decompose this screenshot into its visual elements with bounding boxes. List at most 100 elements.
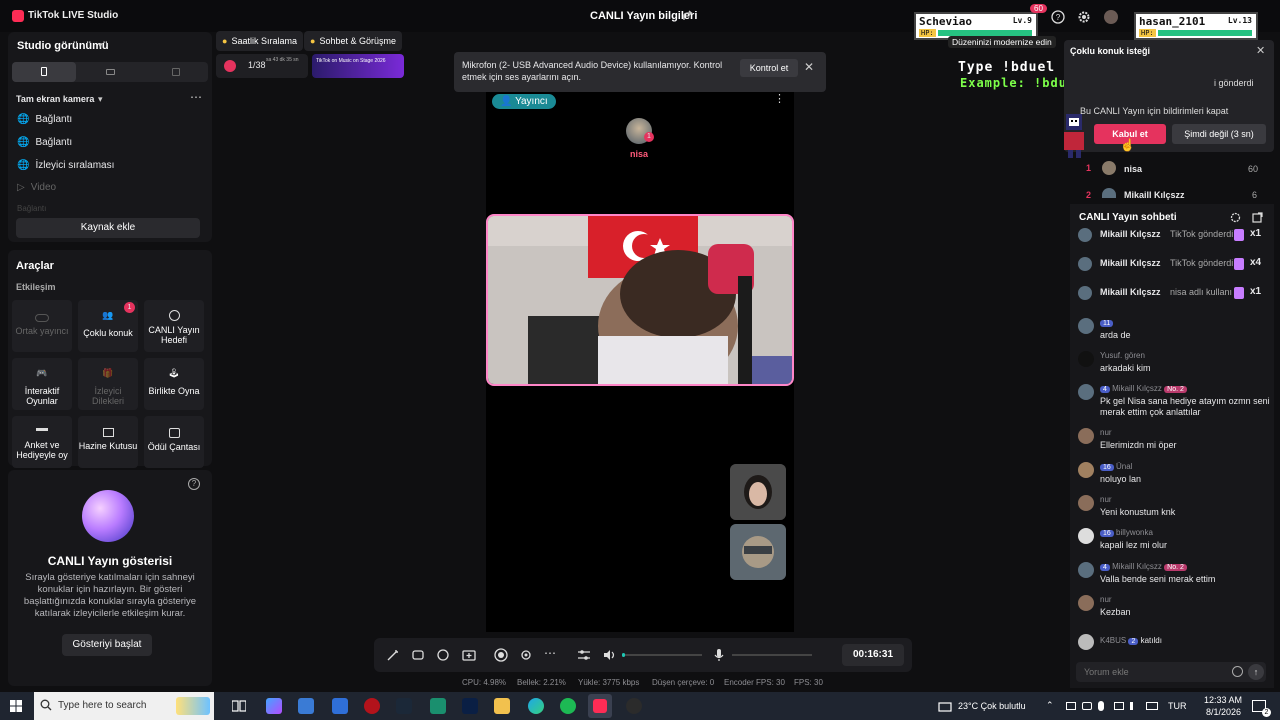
camera-switch-icon[interactable] <box>519 648 533 662</box>
upload-stat: Yükle: 3775 kbps <box>578 678 640 687</box>
tray-icon[interactable] <box>1066 702 1076 710</box>
input-language[interactable]: TUR <box>1168 701 1187 711</box>
popout-icon[interactable] <box>1252 212 1263 223</box>
network-icon[interactable] <box>1114 702 1124 710</box>
weather-text[interactable]: 23°C Çok bulutlu <box>958 701 1026 711</box>
tiktok-studio-taskbar-button[interactable] <box>588 694 612 718</box>
more-options-icon[interactable]: ⋯ <box>190 90 202 104</box>
filter-icon[interactable] <box>436 648 450 662</box>
app-icon-chrome-like[interactable] <box>626 698 642 714</box>
reward-bag-tool[interactable]: Ödül Çantası <box>144 416 204 468</box>
clock-date[interactable]: 8/1/2026 <box>1206 707 1241 717</box>
taskbar-search-box[interactable]: Type here to search <box>34 692 214 720</box>
ranking-name[interactable]: nisa <box>1124 164 1142 174</box>
clock-time[interactable]: 12:33 AM <box>1204 695 1242 705</box>
close-icon[interactable]: ✕ <box>804 60 814 74</box>
chevron-up-icon[interactable]: ⌃ <box>1046 700 1054 711</box>
app-icon-green[interactable] <box>430 698 446 714</box>
poll-tool[interactable]: Anket ve Hediyeyle oy <box>12 416 72 468</box>
modernize-layout-link[interactable]: Düzeninizi modernize edin <box>948 36 1056 48</box>
spotify-icon[interactable] <box>560 698 576 714</box>
help-icon[interactable]: ? <box>188 478 200 490</box>
magic-wand-icon[interactable] <box>386 648 400 662</box>
chat-avatar <box>1078 634 1094 650</box>
mail-icon[interactable] <box>332 698 348 714</box>
volume-slider-handle[interactable] <box>622 653 625 657</box>
sliders-icon[interactable] <box>577 648 591 662</box>
source-row-video[interactable]: ▷ Video <box>17 182 56 193</box>
dual-layout-button[interactable] <box>144 62 208 82</box>
search-icon <box>40 699 52 711</box>
more-options-icon[interactable]: ⋮ <box>774 92 785 105</box>
share-icon[interactable] <box>682 10 694 22</box>
camera-source-header[interactable]: Tam ekran kamera <box>16 94 94 104</box>
source-row-link-1[interactable]: 🌐 Bağlantı <box>17 114 72 125</box>
app-icon-dark[interactable] <box>462 698 478 714</box>
copilot-icon[interactable] <box>266 698 282 714</box>
chevron-down-icon[interactable]: ▾ <box>98 94 103 105</box>
check-button[interactable]: Kontrol et <box>740 59 798 77</box>
start-show-button[interactable]: Gösteriyi başlat <box>62 634 152 656</box>
chat-avatar <box>1078 428 1094 444</box>
chat-meet-button[interactable]: ● Sohbet & Görüşme <box>304 31 402 51</box>
chat-input-field[interactable]: Yorum ekle ↑ <box>1076 662 1266 682</box>
add-screen-icon[interactable] <box>462 648 476 662</box>
co-host-tool[interactable]: Ortak yayıncı <box>12 300 72 352</box>
landscape-layout-button[interactable] <box>78 62 142 82</box>
volume-slider[interactable] <box>622 653 702 657</box>
source-row-ranking[interactable]: 🌐 İzleyici sıralaması <box>17 160 114 171</box>
globe-icon: 🌐 <box>17 137 30 148</box>
chat-user: nur <box>1100 428 1112 437</box>
help-icon[interactable]: ? <box>1050 9 1066 25</box>
tray-icon[interactable] <box>1082 702 1092 710</box>
mic-volume-slider[interactable] <box>732 654 812 656</box>
ranking-name[interactable]: Mikaill Kılçszz <box>1124 190 1185 200</box>
speaker-icon[interactable] <box>1130 702 1140 710</box>
file-explorer-icon[interactable] <box>494 698 510 714</box>
user-avatar[interactable] <box>1104 10 1118 24</box>
emoji-icon[interactable] <box>1232 666 1243 677</box>
effects-icon[interactable] <box>411 648 425 662</box>
not-now-button[interactable]: Şimdi değil (3 sn) <box>1172 124 1266 144</box>
treasure-box-tool[interactable]: Hazine Kutusu <box>78 416 138 468</box>
microphone-icon[interactable] <box>712 648 726 662</box>
record-icon[interactable] <box>494 648 508 662</box>
more-options-icon[interactable]: ⋯ <box>544 646 556 660</box>
studio-view-title[interactable]: Studio görünümü <box>17 40 109 52</box>
close-icon[interactable]: ✕ <box>1256 44 1265 57</box>
send-icon[interactable]: ↑ <box>1248 664 1264 680</box>
mute-notifications-text[interactable]: Bu CANLI Yayın için bildirimleri kapat <box>1080 106 1228 116</box>
guest-thumbnail-2[interactable] <box>730 524 786 580</box>
settings-gear-icon[interactable] <box>1230 212 1241 223</box>
edge-icon[interactable] <box>528 698 544 714</box>
gift-row: Mikaill Kılçszz TikTok gönderdi x4 <box>1078 257 1270 273</box>
interactive-games-tool[interactable]: 🎮 İnteraktif Oyunlar <box>12 358 72 410</box>
gift-count: x1 <box>1250 228 1262 239</box>
speaker-icon[interactable] <box>602 648 616 662</box>
battery-icon[interactable] <box>1146 702 1158 710</box>
viewer-wishes-tool[interactable]: 🎁 İzleyici Dilekleri <box>78 358 138 410</box>
settings-gear-icon[interactable] <box>1076 9 1092 25</box>
play-together-tool[interactable]: 🕹 Birlikte Oyna <box>144 358 204 410</box>
portrait-layout-button[interactable] <box>12 62 76 82</box>
store-icon[interactable] <box>298 698 314 714</box>
app-icon-red[interactable] <box>364 698 380 714</box>
source-row-link-2[interactable]: 🌐 Bağlantı <box>17 137 72 148</box>
source-row-link-3[interactable]: Bağlantı <box>17 204 46 213</box>
windows-start-icon[interactable] <box>10 700 22 712</box>
gift-user: Mikaill Kılçszz <box>1100 287 1161 297</box>
chat-text: noluyo lan <box>1100 474 1142 484</box>
live-goal-tool[interactable]: CANLI Yayın Hedefi <box>144 300 204 352</box>
guest-thumbnail-1[interactable] <box>730 464 786 520</box>
add-source-button[interactable]: Kaynak ekle <box>16 218 200 238</box>
chat-meta: K4BUS 2 katıldı <box>1100 636 1162 645</box>
chat-text: Ellerimizdn mi öper <box>1100 440 1177 450</box>
microphone-icon[interactable] <box>1098 701 1104 711</box>
guest-rank-badge: 1 <box>644 132 654 142</box>
hourly-ranking-button[interactable]: ● Saatlik Sıralama <box>216 31 303 51</box>
joystick-icon: 🕹 <box>168 368 180 378</box>
steam-icon[interactable] <box>396 698 412 714</box>
event-banner[interactable]: TikTok on Music on Stage 2026 <box>312 54 404 78</box>
task-view-icon[interactable] <box>232 700 246 712</box>
chevron-down-icon[interactable]: ▾ <box>98 40 103 51</box>
